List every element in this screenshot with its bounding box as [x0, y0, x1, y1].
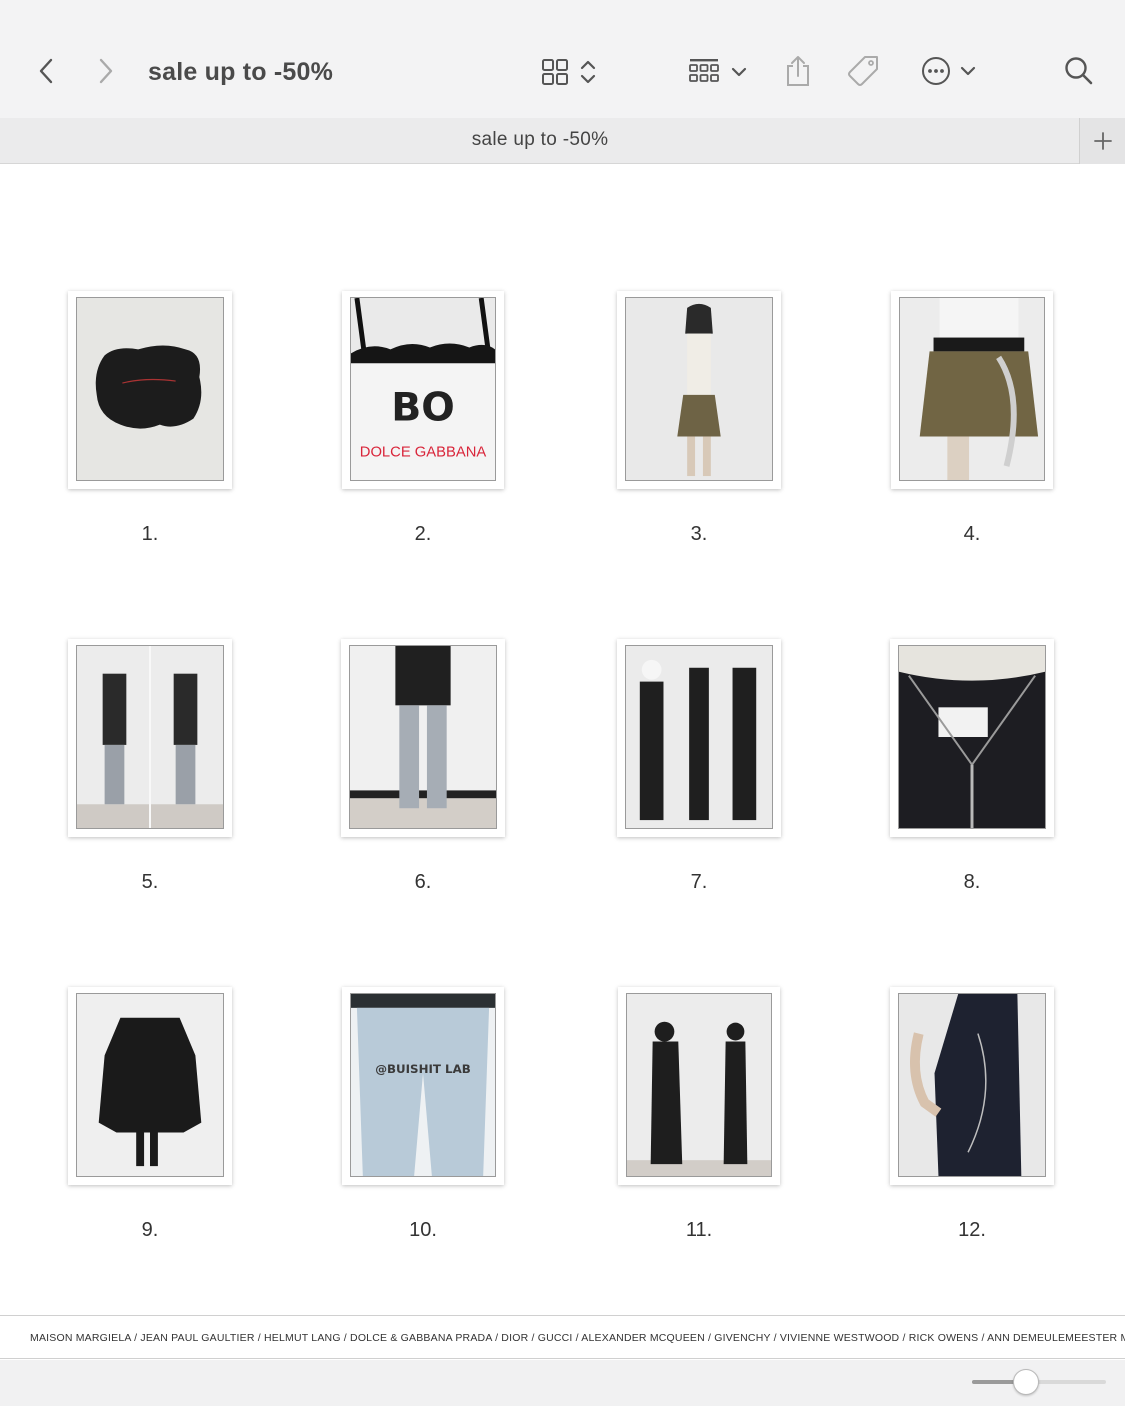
grid-item[interactable]: @BUISHIT LAB 10.	[342, 987, 506, 1247]
item-caption: 7.	[690, 871, 708, 893]
photo-frame	[68, 987, 232, 1185]
photo-frame	[68, 291, 232, 489]
tab-title[interactable]: sale up to -50%	[0, 118, 1080, 164]
item-caption: 10.	[409, 1219, 437, 1241]
photo-thumbnail[interactable]	[899, 297, 1045, 481]
photo-letters: BO	[391, 385, 455, 431]
grid-view-icon	[542, 59, 568, 85]
status-bar	[0, 1360, 1125, 1406]
group-view-icon	[689, 59, 719, 82]
photo-frame	[68, 639, 232, 837]
more-actions-button[interactable]	[916, 52, 982, 90]
window-title: sale up to -50%	[148, 58, 333, 86]
grid-item[interactable]: 12.	[890, 987, 1054, 1247]
photo-frame: @BUISHIT LAB	[342, 987, 504, 1185]
photo-thumbnail[interactable]	[898, 645, 1046, 829]
photo-frame	[890, 987, 1054, 1185]
forward-button[interactable]	[90, 54, 122, 88]
item-caption: 3.	[690, 523, 708, 545]
brand-list-text: MAISON MARGIELA / JEAN PAUL GAULTIER / H…	[30, 1332, 1125, 1344]
chevron-left-icon	[39, 58, 53, 84]
item-caption: 9.	[141, 1219, 159, 1241]
photo-frame	[617, 639, 781, 837]
photo-frame	[618, 987, 780, 1185]
new-tab-button[interactable]	[1079, 118, 1125, 164]
zoom-slider[interactable]	[972, 1369, 1106, 1395]
photo-thumbnail[interactable]: BO DOLCE GABBANA	[350, 297, 496, 481]
grid-item[interactable]: 1.	[68, 291, 232, 551]
plus-icon	[1093, 132, 1112, 150]
grid-item[interactable]: 3.	[617, 291, 781, 551]
item-caption: 12.	[958, 1219, 986, 1241]
grid-item[interactable]: 11.	[618, 987, 780, 1247]
grid-item[interactable]: 6.	[341, 639, 505, 899]
item-caption: 6.	[414, 871, 432, 893]
photo-thumbnail[interactable]	[898, 993, 1046, 1177]
item-caption: 1.	[141, 523, 159, 545]
item-caption: 4.	[963, 523, 981, 545]
back-button[interactable]	[30, 54, 62, 88]
photo-thumbnail[interactable]	[76, 297, 224, 481]
grid-item[interactable]: 8.	[890, 639, 1054, 899]
more-icon	[922, 57, 950, 85]
grid-item[interactable]: 5.	[68, 639, 232, 899]
photo-thumbnail[interactable]: @BUISHIT LAB	[350, 993, 496, 1177]
photo-thumbnail[interactable]	[349, 645, 497, 829]
photo-frame: BO DOLCE GABBANA	[342, 291, 504, 489]
tag-button[interactable]	[844, 52, 884, 90]
photo-thumbnail[interactable]	[626, 993, 772, 1177]
photo-thumbnail[interactable]	[76, 645, 224, 829]
photo-print-text: @BUISHIT LAB	[375, 1062, 471, 1076]
share-icon	[787, 56, 809, 86]
up-down-chevron-icon	[580, 60, 596, 84]
photo-frame	[341, 639, 505, 837]
chevron-right-icon	[99, 58, 113, 84]
search-icon	[1065, 57, 1093, 85]
photo-frame	[891, 291, 1053, 489]
photo-thumbnail[interactable]	[625, 645, 773, 829]
brand-list-bar: MAISON MARGIELA / JEAN PAUL GAULTIER / H…	[0, 1315, 1125, 1359]
share-button[interactable]	[780, 52, 816, 90]
photo-frame	[890, 639, 1054, 837]
grid-item[interactable]: 7.	[617, 639, 781, 899]
chevron-down-icon	[960, 66, 976, 76]
view-mode-button[interactable]	[536, 54, 602, 90]
grid-item[interactable]: 9.	[68, 987, 232, 1247]
tag-icon	[848, 56, 878, 86]
photo-brand-print: DOLCE GABBANA	[360, 444, 487, 460]
group-button[interactable]	[684, 54, 752, 90]
grid-item[interactable]: BO DOLCE GABBANA 2.	[342, 291, 506, 551]
tab-bar: sale up to -50%	[0, 118, 1125, 164]
toolbar: sale up to -50%	[0, 0, 1125, 118]
item-caption: 2.	[414, 523, 432, 545]
photo-frame	[617, 291, 781, 489]
zoom-slider-thumb[interactable]	[1012, 1369, 1039, 1395]
chevron-down-icon	[731, 67, 747, 77]
item-caption: 8.	[963, 871, 981, 893]
item-caption: 5.	[141, 871, 159, 893]
photo-thumbnail[interactable]	[625, 297, 773, 481]
item-caption: 11.	[685, 1219, 713, 1241]
search-button[interactable]	[1060, 52, 1098, 90]
photo-thumbnail[interactable]	[76, 993, 224, 1177]
grid-item[interactable]: 4.	[891, 291, 1055, 551]
content-area: 1. BO DOLCE GABBANA 2. 3. 4. 5. 6. 7. 8.…	[0, 165, 1125, 1315]
